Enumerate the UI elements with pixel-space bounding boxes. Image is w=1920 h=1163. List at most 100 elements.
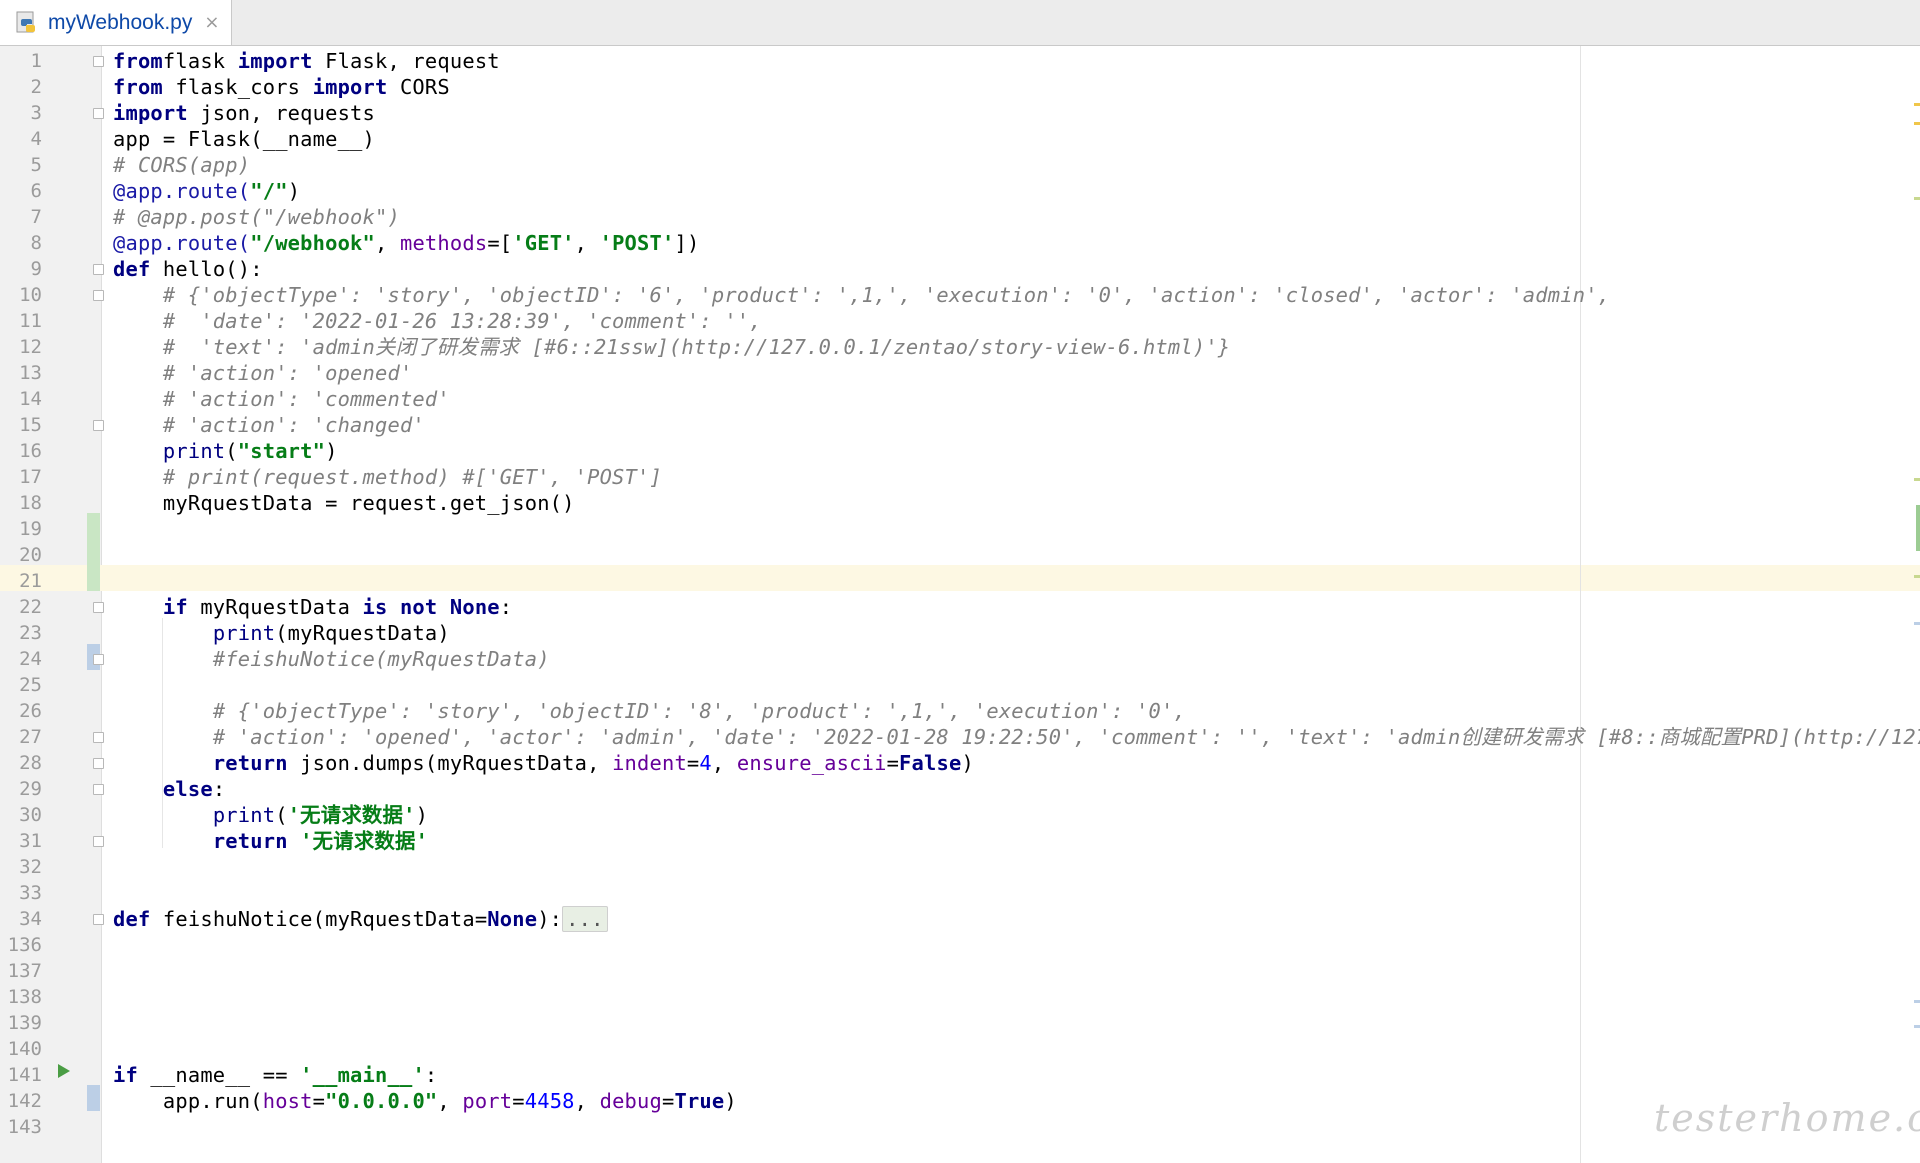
code-line[interactable]: 23 print(myRquestData) bbox=[0, 620, 1920, 646]
fold-toggle-icon[interactable] bbox=[93, 914, 104, 925]
close-icon[interactable]: × bbox=[204, 12, 219, 33]
fold-toggle-icon[interactable] bbox=[93, 836, 104, 847]
code-line[interactable]: 11 # 'date': '2022-01-26 13:28:39', 'com… bbox=[0, 308, 1920, 334]
line-number: 12 bbox=[19, 336, 42, 358]
code-line[interactable]: 136 bbox=[0, 932, 1920, 958]
fold-toggle-icon[interactable] bbox=[93, 602, 104, 613]
code-line[interactable]: 18 myRquestData = request.get_json() bbox=[0, 490, 1920, 516]
fold-toggle-icon[interactable] bbox=[93, 420, 104, 431]
code-text: # 'action': 'opened', 'actor': 'admin', … bbox=[113, 724, 1920, 750]
code-line[interactable]: 12 # 'text': 'admin关闭了研发需求 [#6::21ssw](h… bbox=[0, 334, 1920, 360]
code-token: from bbox=[113, 49, 163, 73]
code-token: ) bbox=[724, 1089, 737, 1113]
fold-toggle-icon[interactable] bbox=[93, 732, 104, 743]
code-line[interactable]: 16 print("start") bbox=[0, 438, 1920, 464]
code-line[interactable]: 34 def feishuNotice(myRquestData=None):..… bbox=[0, 906, 1920, 932]
folded-code-placeholder[interactable]: ... bbox=[562, 906, 608, 932]
python-file-icon bbox=[14, 10, 40, 36]
code-line[interactable]: 17 # print(request.method) #['GET', 'POS… bbox=[0, 464, 1920, 490]
code-line[interactable]: 29 else: bbox=[0, 776, 1920, 802]
code-token: ( bbox=[275, 803, 288, 827]
code-text: print(myRquestData) bbox=[113, 620, 450, 646]
code-line[interactable]: 2 from flask_cors import CORS bbox=[0, 74, 1920, 100]
code-token: indent bbox=[612, 751, 687, 775]
code-text: if __name__ == '__main__': bbox=[113, 1062, 437, 1088]
code-token: 4 bbox=[699, 751, 712, 775]
code-line[interactable]: 7 # @app.post("/webhook") bbox=[0, 204, 1920, 230]
line-number: 10 bbox=[19, 284, 42, 306]
code-line[interactable]: 13 # 'action': 'opened' bbox=[0, 360, 1920, 386]
fold-toggle-icon[interactable] bbox=[93, 784, 104, 795]
code-token: def bbox=[113, 257, 151, 281]
code-line[interactable]: 26 # {'objectType': 'story', 'objectID':… bbox=[0, 698, 1920, 724]
code-line[interactable]: 141 if __name__ == '__main__': bbox=[0, 1062, 1920, 1088]
line-number: 9 bbox=[30, 258, 42, 280]
code-line[interactable]: 27 # 'action': 'opened', 'actor': 'admin… bbox=[0, 724, 1920, 750]
code-line[interactable]: 139 bbox=[0, 1010, 1920, 1036]
fold-toggle-icon[interactable] bbox=[93, 290, 104, 301]
scrollbar-mark bbox=[1914, 1025, 1920, 1028]
run-icon[interactable] bbox=[58, 1064, 70, 1078]
code-line[interactable]: 6 @app.route("/") bbox=[0, 178, 1920, 204]
code-token: = bbox=[312, 1089, 326, 1113]
code-line[interactable]: 1 fromflask import Flask, request bbox=[0, 48, 1920, 74]
code-line[interactable]: 22 if myRquestData is not None: bbox=[0, 594, 1920, 620]
code-line[interactable]: 31 return '无请求数据' bbox=[0, 828, 1920, 854]
code-token: , bbox=[711, 751, 737, 775]
code-line[interactable]: 32 bbox=[0, 854, 1920, 880]
code-token: myRquestData = request.get_json() bbox=[113, 491, 575, 515]
code-line[interactable]: 8 @app.route("/webhook", methods=['GET', … bbox=[0, 230, 1920, 256]
fold-toggle-icon[interactable] bbox=[93, 108, 104, 119]
code-token: # @app.post("/webhook") bbox=[113, 205, 400, 229]
code-line[interactable]: 9 def hello(): bbox=[0, 256, 1920, 282]
code-token: = bbox=[686, 751, 700, 775]
code-line[interactable]: 25 bbox=[0, 672, 1920, 698]
code-line[interactable]: 4 app = Flask(__name__) bbox=[0, 126, 1920, 152]
code-token: Flask, request bbox=[312, 49, 500, 73]
code-text: return json.dumps(myRquestData, indent=4… bbox=[113, 750, 974, 776]
code-text: # 'action': 'opened' bbox=[113, 360, 412, 386]
code-token: app.run( bbox=[113, 1089, 263, 1113]
fold-toggle-icon[interactable] bbox=[93, 758, 104, 769]
scrollbar-added-mark bbox=[1916, 505, 1920, 551]
code-token: ): bbox=[537, 907, 563, 931]
fold-toggle-icon[interactable] bbox=[93, 654, 104, 665]
code-line[interactable]: 3 import json, requests bbox=[0, 100, 1920, 126]
code-line[interactable]: 14 # 'action': 'commented' bbox=[0, 386, 1920, 412]
code-token: 4458 bbox=[524, 1089, 575, 1113]
line-number: 142 bbox=[7, 1090, 42, 1112]
code-line[interactable]: 30 print('无请求数据') bbox=[0, 802, 1920, 828]
code-line[interactable]: 138 bbox=[0, 984, 1920, 1010]
code-text: from flask_cors import CORS bbox=[113, 74, 450, 100]
tab-mywebhook-py[interactable]: myWebhook.py × bbox=[0, 0, 232, 45]
code-token: debug bbox=[599, 1089, 662, 1113]
line-number: 13 bbox=[19, 362, 42, 384]
code-line[interactable]: 143 bbox=[0, 1114, 1920, 1140]
code-token: 'GET' bbox=[512, 231, 575, 255]
code-line[interactable]: 137 bbox=[0, 958, 1920, 984]
code-line[interactable]: 10 # {'objectType': 'story', 'objectID':… bbox=[0, 282, 1920, 308]
fold-toggle-icon[interactable] bbox=[93, 56, 104, 67]
code-line[interactable]: 15 # 'action': 'changed' bbox=[0, 412, 1920, 438]
code-line[interactable]: 28 return json.dumps(myRquestData, inden… bbox=[0, 750, 1920, 776]
code-text: #feishuNotice(myRquestData) bbox=[113, 646, 550, 672]
code-token: # {'objectType': 'story', 'objectID': '6… bbox=[162, 283, 1611, 307]
code-line[interactable]: 33 bbox=[0, 880, 1920, 906]
scrollbar-mark bbox=[1914, 478, 1920, 481]
line-number: 15 bbox=[19, 414, 42, 436]
code-line[interactable]: 21 bbox=[0, 568, 1920, 594]
code-token: # CORS(app) bbox=[113, 153, 251, 177]
code-token: # {'objectType': 'story', 'objectID': '8… bbox=[212, 699, 1186, 723]
code-line[interactable]: 5 # CORS(app) bbox=[0, 152, 1920, 178]
line-number: 141 bbox=[7, 1064, 42, 1086]
code-line[interactable]: 19 bbox=[0, 516, 1920, 542]
fold-toggle-icon[interactable] bbox=[93, 264, 104, 275]
code-line[interactable]: 142 app.run(host="0.0.0.0", port=4458, d… bbox=[0, 1088, 1920, 1114]
code-line[interactable]: 20 bbox=[0, 542, 1920, 568]
code-line[interactable]: 24 #feishuNotice(myRquestData) bbox=[0, 646, 1920, 672]
code-token: # 'action': 'commented' bbox=[162, 387, 450, 411]
code-line[interactable]: 140 bbox=[0, 1036, 1920, 1062]
